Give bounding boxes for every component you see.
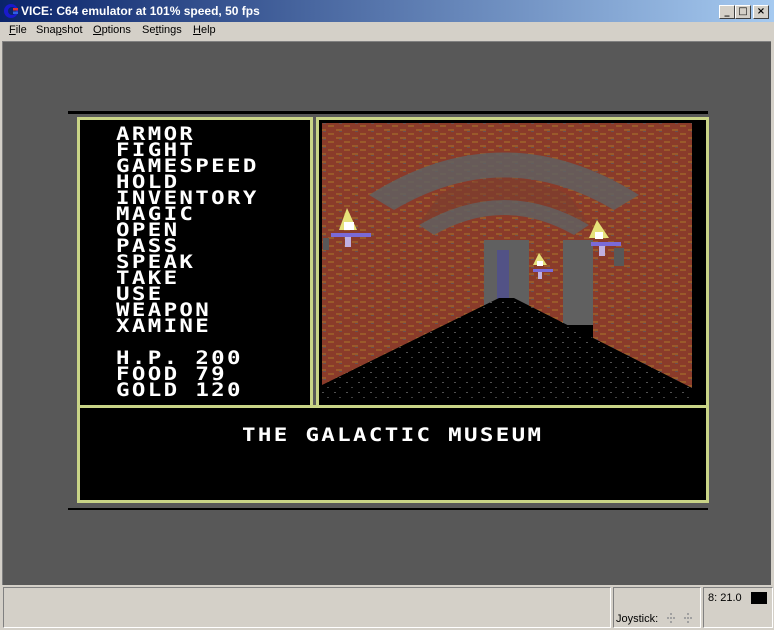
joystick-indicator-icon xyxy=(667,613,692,623)
location-title: THE GALACTIC MUSEUM xyxy=(80,424,706,446)
maximize-icon: □ xyxy=(738,6,748,17)
command-panel: ARMOR FIGHT GAMESPEED HOLD INVENTORY MAG… xyxy=(77,117,313,408)
emulator-screen[interactable]: ARMOR FIGHT GAMESPEED HOLD INVENTORY MAG… xyxy=(2,41,771,585)
menu-bar: File Snapshot Options Settings Help xyxy=(0,22,774,41)
command-list: ARMOR FIGHT GAMESPEED HOLD INVENTORY MAG… xyxy=(116,125,256,336)
menu-snapshot[interactable]: Snapshot xyxy=(36,24,83,36)
minimize-button[interactable]: _ xyxy=(719,5,735,19)
command-xamine[interactable]: XAMINE xyxy=(116,317,259,336)
close-icon: × xyxy=(756,6,766,17)
minimize-icon: _ xyxy=(724,6,730,17)
status-message-pane xyxy=(3,587,611,628)
maximize-button[interactable]: □ xyxy=(735,5,751,19)
stat-gold-label: GOLD xyxy=(116,379,180,401)
drive-pane: 8: 21.0 xyxy=(703,587,773,628)
menu-options[interactable]: Options xyxy=(93,24,131,36)
scene-view xyxy=(316,117,709,408)
stat-gold-value: 120 xyxy=(195,379,243,401)
top-divider xyxy=(68,111,708,114)
close-button[interactable]: × xyxy=(753,5,769,19)
message-panel: THE GALACTIC MUSEUM xyxy=(77,405,709,503)
location-text: THE GALACTIC MUSEUM xyxy=(242,424,544,446)
menu-help[interactable]: Help xyxy=(193,24,216,36)
drive-led-icon xyxy=(751,592,767,604)
menu-settings[interactable]: Settings xyxy=(142,24,182,36)
dungeon-corridor-scene xyxy=(322,123,692,398)
joystick-label: Joystick: xyxy=(616,613,659,625)
joystick-pane: Joystick: xyxy=(613,587,701,628)
bottom-divider xyxy=(68,508,708,510)
window-title: VICE: C64 emulator at 101% speed, 50 fps xyxy=(21,4,260,18)
title-bar: VICE: C64 emulator at 101% speed, 50 fps… xyxy=(0,0,774,22)
menu-file[interactable]: File xyxy=(9,24,27,36)
vice-app-icon xyxy=(4,4,18,18)
player-stats: H.P. 200 FOOD 79 GOLD 120 xyxy=(116,349,241,400)
doorway-glow xyxy=(497,250,509,305)
stat-gold: GOLD 120 xyxy=(116,379,243,401)
drive-status: 8: 21.0 xyxy=(708,592,742,604)
status-bar: Joystick: 8: 21.0 xyxy=(0,585,774,630)
